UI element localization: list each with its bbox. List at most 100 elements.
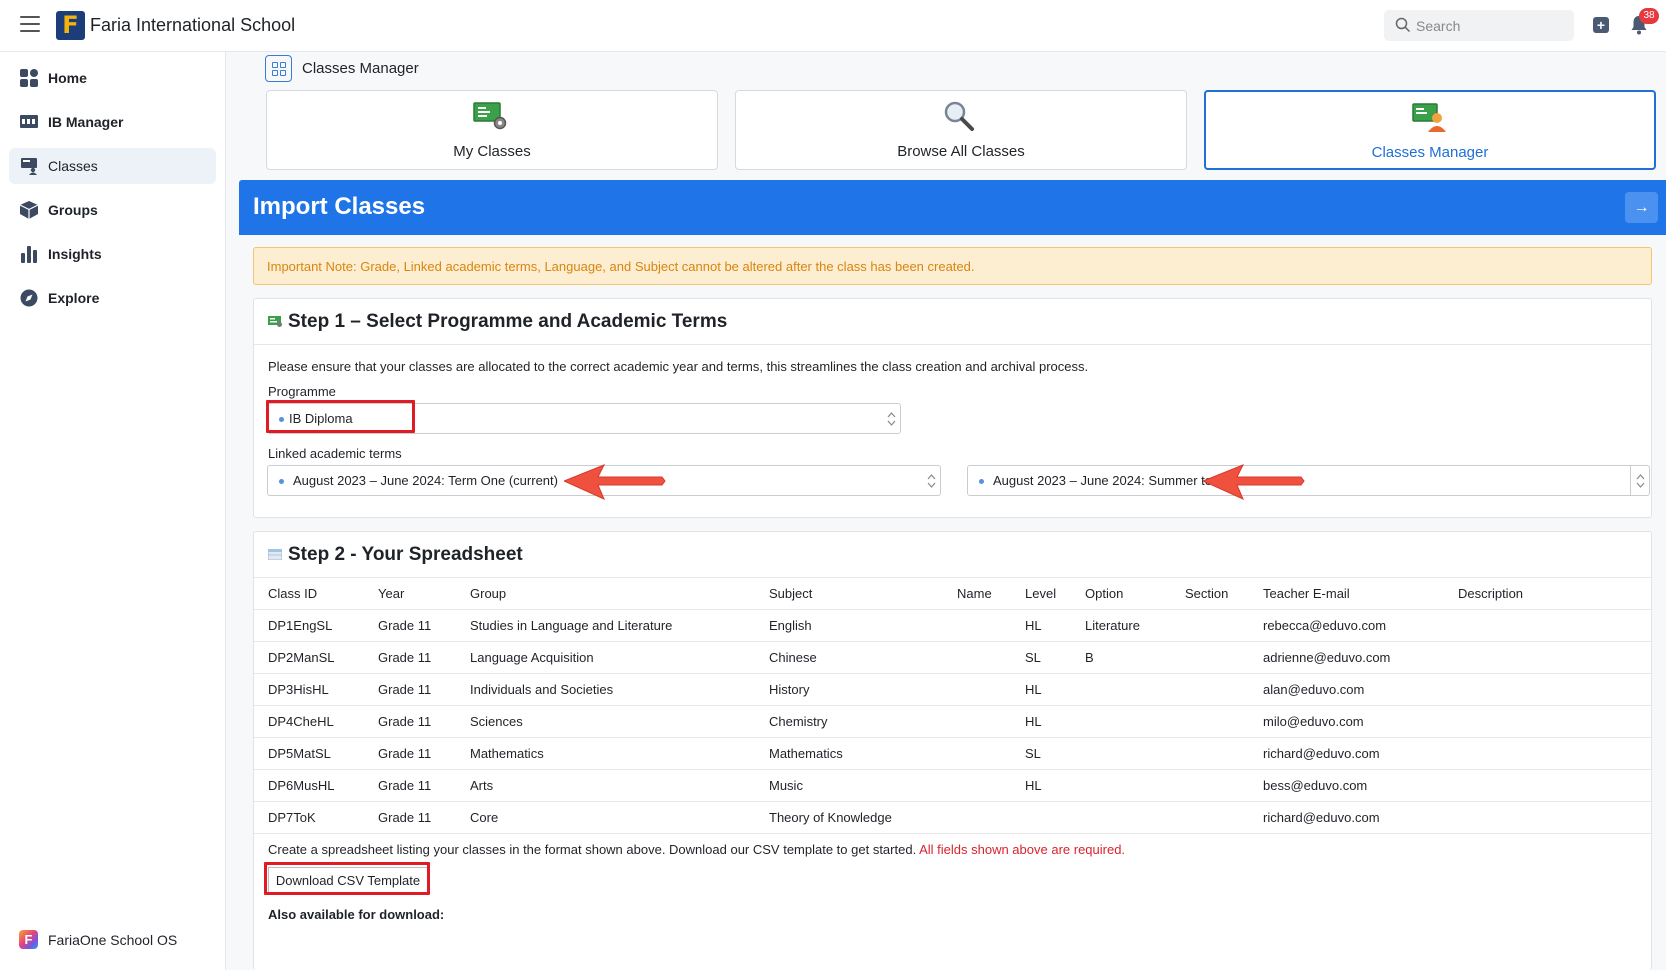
table-cell [943,737,1011,770]
classes-small-icon [268,316,282,327]
table-cell [1171,673,1249,706]
sidebar-item-explore[interactable]: Explore [9,280,216,316]
table-cell: Sciences [456,705,755,738]
classes-manager-icon [1412,103,1446,132]
also-available-label: Also available for download: [268,907,445,922]
column-header: Level [1011,578,1071,610]
table-cell: DP4CheHL [254,705,364,738]
table-cell: Music [755,769,943,802]
table-cell [943,673,1011,706]
tab-my-classes[interactable]: My Classes [266,90,718,170]
sidebar-item-label: Explore [48,290,100,306]
table-cell [943,769,1011,802]
add-button[interactable]: + [1593,17,1609,33]
table-cell: Arts [456,769,755,802]
table-cell [1171,769,1249,802]
table-cell: richard@eduvo.com [1249,737,1444,770]
table-cell [1171,705,1249,738]
table-cell [1071,801,1171,834]
sidebar-item-groups[interactable]: Groups [9,192,216,228]
top-bar: F Faria International School + 38 [0,0,1666,52]
table-cell: Chinese [755,641,943,674]
table-row: DP1EngSL Grade 11 Studies in Language and … [254,609,1651,642]
spreadsheet-table: Class ID Year Group Subject Name Level O… [254,578,1651,834]
step2-card: Step 2 - Your Spreadsheet Class ID Year … [253,531,1652,970]
spreadsheet-icon [268,549,282,560]
sidebar-item-label: Classes [48,158,98,174]
table-cell [1444,769,1651,802]
sidebar: Home IB Manager Classes Groups Insights … [0,52,226,970]
table-cell [1011,801,1071,834]
column-header: Year [364,578,456,610]
selected-dot [279,479,284,484]
school-logo[interactable]: F [56,11,85,40]
table-cell [1444,705,1651,738]
table-cell: richard@eduvo.com [1249,801,1444,834]
instructions-text: Create a spreadsheet listing your classe… [268,842,917,857]
search-box[interactable] [1384,10,1574,41]
required-note: All fields shown above are required. [919,842,1126,857]
table-cell: adrienne@eduvo.com [1249,641,1444,674]
tab-label: Browse All Classes [897,143,1025,160]
ib-manager-icon [20,115,38,128]
menu-icon[interactable] [20,16,40,34]
table-cell [943,801,1011,834]
table-cell: English [755,609,943,642]
annotation-arrow-icon [564,464,666,500]
school-name[interactable]: Faria International School [90,15,295,36]
important-note: Important Note: Grade, Linked academic t… [253,247,1652,285]
column-header: Section [1171,578,1249,610]
groups-icon [19,201,39,219]
step1-description: Please ensure that your classes are allo… [268,359,1089,374]
table-row: DP7ToK Grade 11 Core Theory of Knowledge ric… [254,801,1651,834]
programme-label: Programme [268,384,336,399]
table-cell [1171,641,1249,674]
explore-icon [20,289,38,307]
sidebar-item-insights[interactable]: Insights [9,236,216,272]
terms-label: Linked academic terms [268,446,402,461]
table-cell: Grade 11 [364,737,456,770]
import-title: Import Classes [253,193,426,220]
note-text: Important Note: Grade, Linked academic t… [267,259,975,274]
table-cell: Grade 11 [364,641,456,674]
annotation-arrow-icon [1203,464,1305,500]
tab-browse-all-classes[interactable]: Browse All Classes [735,90,1187,170]
table-cell: Language Acquisition [456,641,755,674]
table-cell [1071,737,1171,770]
table-cell: milo@eduvo.com [1249,705,1444,738]
my-classes-icon [473,102,507,130]
table-cell: Grade 11 [364,769,456,802]
term-two-select[interactable]: August 2023 – June 2024: Summer term [967,465,1650,496]
table-cell: DP3HisHL [254,673,364,706]
table-cell: Individuals and Societies [456,673,755,706]
table-cell: DP1EngSL [254,609,364,642]
sidebar-item-ib-manager[interactable]: IB Manager [9,104,216,140]
sidebar-item-label: Groups [48,202,98,218]
table-cell [1171,801,1249,834]
step1-header: Step 1 – Select Programme and Academic T… [254,299,1651,345]
sidebar-item-home[interactable]: Home [9,60,216,96]
table-cell: DP5MatSL [254,737,364,770]
table-cell: Mathematics [755,737,943,770]
sidebar-item-label: IB Manager [48,114,124,130]
table-cell: SL [1011,641,1071,674]
arrow-right-icon[interactable]: → [1625,192,1658,223]
search-icon [1395,17,1411,33]
table-cell [1444,609,1651,642]
table-cell: Mathematics [456,737,755,770]
table-cell [1444,737,1651,770]
table-cell: DP6MusHL [254,769,364,802]
step1-title: Step 1 – Select Programme and Academic T… [288,311,728,332]
table-cell [1171,737,1249,770]
table-row: DP4CheHL Grade 11 Sciences Chemistry HL milo@… [254,705,1651,738]
sidebar-item-classes[interactable]: Classes [9,148,216,184]
tab-classes-manager[interactable]: Classes Manager [1204,90,1656,170]
fariaone-link[interactable]: F FariaOne School OS [9,922,216,958]
table-cell [1444,801,1651,834]
table-cell [1444,641,1651,674]
insights-icon [21,246,37,263]
search-input[interactable] [1416,10,1566,41]
table-cell [943,641,1011,674]
table-cell: Core [456,801,755,834]
table-cell [1071,673,1171,706]
